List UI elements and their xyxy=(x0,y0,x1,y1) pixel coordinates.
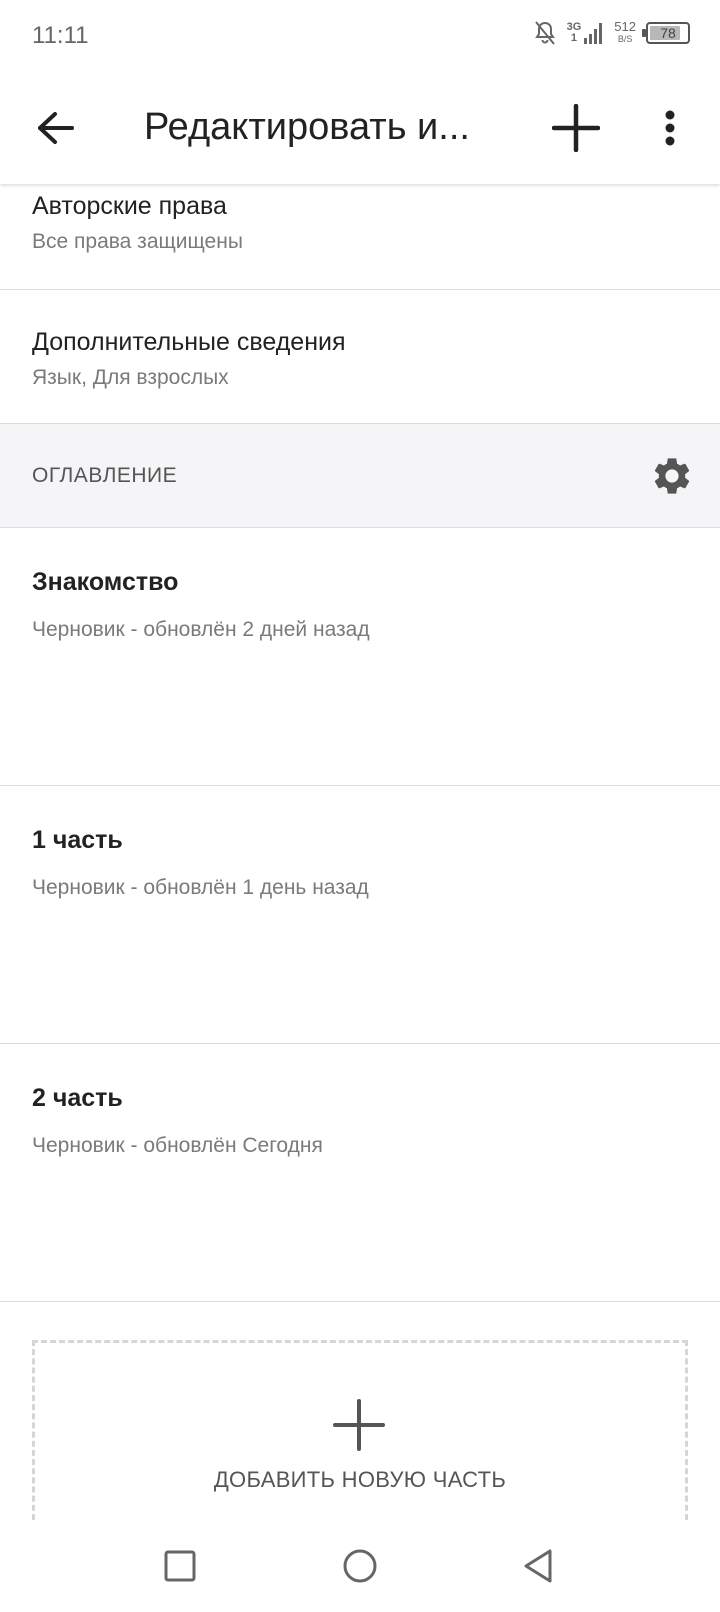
notifications-off-icon xyxy=(534,21,555,45)
battery-level: 78 xyxy=(660,25,676,41)
nav-back-button[interactable] xyxy=(514,1542,562,1590)
add-new-part-button[interactable]: ДОБАВИТЬ НОВУЮ ЧАСТЬ xyxy=(32,1340,688,1520)
toc-part-item[interactable]: 2 часть Черновик - обновлён Сегодня xyxy=(0,1044,720,1302)
add-new-part-label: ДОБАВИТЬ НОВУЮ ЧАСТЬ xyxy=(213,1467,507,1492)
network-speed: 512 B/S xyxy=(614,19,636,45)
part-title: 1 часть xyxy=(32,826,123,854)
more-options-button[interactable] xyxy=(648,100,692,156)
plus-icon xyxy=(552,104,600,152)
speed-value: 512 xyxy=(614,19,636,34)
part-title: Знакомство xyxy=(32,568,179,596)
nav-recents-button[interactable] xyxy=(156,1542,204,1590)
speed-unit: B/S xyxy=(617,34,633,44)
extra-info-row[interactable]: Дополнительные сведения Язык, Для взросл… xyxy=(0,290,720,424)
more-vertical-icon xyxy=(665,110,675,146)
status-bar: 11:11 3G 1 512 B/S 78 xyxy=(0,0,720,72)
copyright-row[interactable]: Авторские права Все права защищены xyxy=(0,184,720,290)
plus-icon xyxy=(333,1399,385,1451)
status-time: 11:11 xyxy=(32,22,89,49)
square-icon xyxy=(164,1550,196,1582)
app-bar: Редактировать и... xyxy=(0,72,720,184)
part-title: 2 часть xyxy=(32,1084,123,1112)
extra-info-title: Дополнительные сведения xyxy=(32,328,346,356)
add-button[interactable] xyxy=(548,100,604,156)
toc-settings-button[interactable] xyxy=(650,454,694,498)
battery-icon: 78 xyxy=(642,22,690,44)
part-status: Черновик - обновлён 2 дней назад xyxy=(32,618,370,641)
copyright-value: Все права защищены xyxy=(32,230,243,253)
back-button[interactable] xyxy=(30,102,82,154)
toc-header: ОГЛАВЛЕНИЕ xyxy=(0,424,720,528)
triangle-back-icon xyxy=(524,1549,552,1583)
toc-part-item[interactable]: Знакомство Черновик - обновлён 2 дней на… xyxy=(0,528,720,786)
toc-label: ОГЛАВЛЕНИЕ xyxy=(32,464,178,487)
arrow-left-icon xyxy=(38,112,74,144)
copyright-title: Авторские права xyxy=(32,192,227,220)
part-status: Черновик - обновлён 1 день назад xyxy=(32,876,369,899)
signal-icon xyxy=(584,23,603,44)
network-indicator: 3G 1 xyxy=(567,22,605,44)
sim-slot: 1 xyxy=(570,32,578,44)
toc-part-item[interactable]: 1 часть Черновик - обновлён 1 день назад xyxy=(0,786,720,1044)
system-nav-bar xyxy=(0,1520,720,1612)
gear-icon xyxy=(654,458,690,494)
part-status: Черновик - обновлён Сегодня xyxy=(32,1134,323,1157)
story-details: Авторские права Все права защищены Допол… xyxy=(0,184,720,1302)
status-icons: 3G 1 512 B/S 78 xyxy=(533,20,690,46)
extra-info-value: Язык, Для взрослых xyxy=(32,366,229,389)
page-title: Редактировать и... xyxy=(144,106,470,148)
circle-icon xyxy=(343,1549,377,1583)
nav-home-button[interactable] xyxy=(336,1542,384,1590)
